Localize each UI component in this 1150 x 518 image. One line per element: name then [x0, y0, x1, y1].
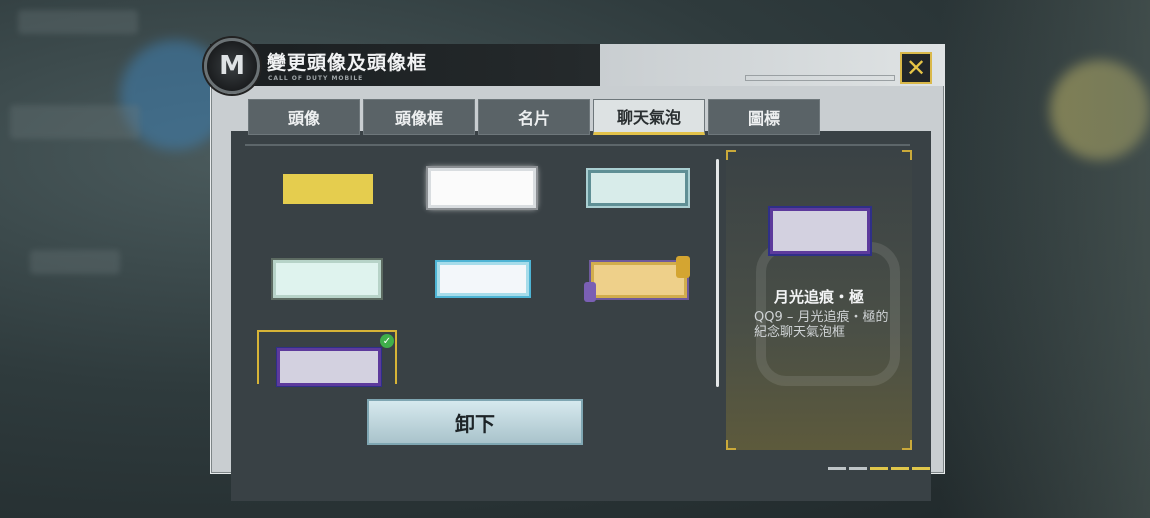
page-dot	[828, 467, 846, 470]
item-name: 月光追痕・極	[773, 288, 864, 306]
dialog-subtitle: CALL OF DUTY MOBILE	[268, 75, 364, 82]
item-detail-panel: 月光追痕・極 QQ9 – 月光追痕・極的紀念聊天氣泡框	[726, 150, 912, 450]
close-button[interactable]: ✕	[900, 52, 932, 84]
title-bar: M 變更頭像及頭像框 CALL OF DUTY MOBILE ✕	[204, 38, 945, 94]
tab-bar: 頭像 頭像框 名片 聊天氣泡 圖標	[248, 99, 820, 135]
dialog-title: 變更頭像及頭像框	[267, 52, 428, 74]
gamepad-icon	[676, 256, 690, 278]
page-dot-active	[912, 467, 930, 470]
chat-bubble-item-selected[interactable]	[277, 348, 381, 386]
page-dot-active	[891, 467, 909, 470]
tab-avatar-frame[interactable]: 頭像框	[363, 99, 475, 135]
detail-bubble-preview	[770, 208, 870, 254]
chat-bubble-item[interactable]	[588, 170, 688, 206]
tab-icon[interactable]: 圖標	[708, 99, 820, 135]
logo-letter: M	[219, 51, 245, 81]
tab-chat-bubble[interactable]: 聊天氣泡	[593, 99, 705, 135]
unequip-button[interactable]: 卸下	[367, 399, 583, 445]
item-description: QQ9 – 月光追痕・極的紀念聊天氣泡框	[754, 310, 889, 340]
tab-avatar[interactable]: 頭像	[248, 99, 360, 135]
corner-marker	[902, 150, 912, 160]
tab-name-card[interactable]: 名片	[478, 99, 590, 135]
background-strip	[10, 105, 140, 139]
close-icon: ✕	[905, 54, 927, 82]
scrollbar[interactable]	[716, 159, 719, 387]
chat-bubble-item[interactable]	[273, 260, 381, 298]
page-dot	[849, 467, 867, 470]
chat-bubble-item[interactable]	[283, 174, 373, 204]
chat-bubble-item[interactable]	[428, 168, 536, 208]
page-indicator	[828, 467, 930, 470]
background-strip	[30, 250, 120, 274]
page-dot-active	[870, 467, 888, 470]
background-strip	[18, 10, 138, 34]
gamepad-icon	[584, 282, 596, 302]
divider	[245, 144, 910, 146]
corner-marker	[726, 440, 736, 450]
chat-bubble-item[interactable]	[437, 262, 529, 296]
background-right-glow	[940, 0, 1150, 518]
title-progress-line	[745, 75, 895, 81]
equipped-check-icon: ✓	[380, 334, 394, 348]
corner-marker	[726, 150, 736, 160]
codm-logo-icon: M	[204, 38, 260, 94]
change-avatar-dialog: M 變更頭像及頭像框 CALL OF DUTY MOBILE ✕ 頭像 頭像框 …	[204, 38, 945, 501]
corner-marker	[902, 440, 912, 450]
chat-bubble-item[interactable]	[591, 262, 687, 298]
